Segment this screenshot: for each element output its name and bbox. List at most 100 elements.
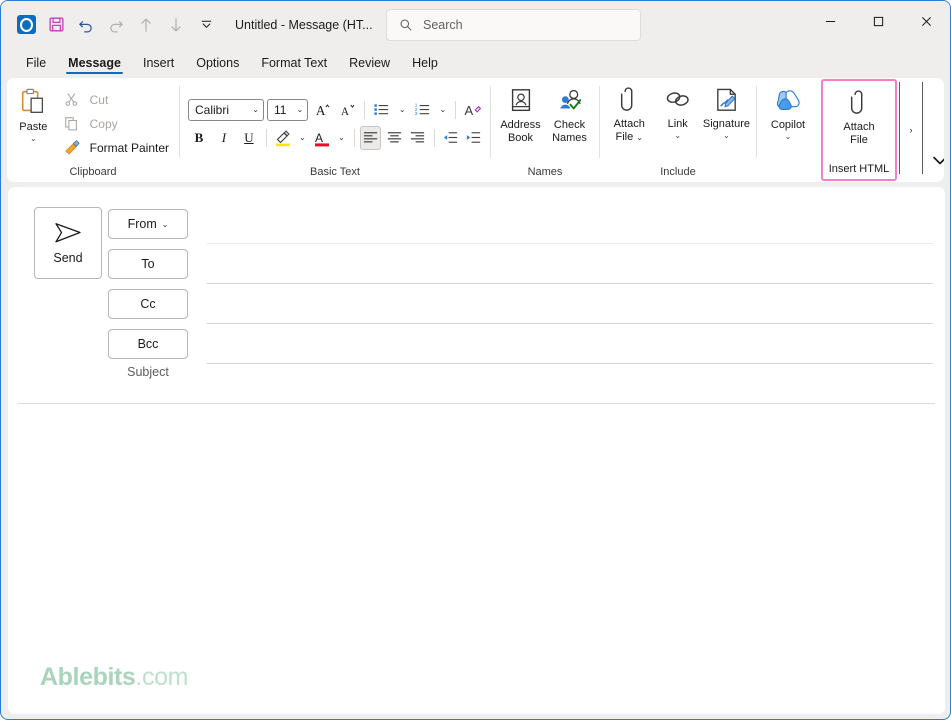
send-button[interactable]: Send [34,207,102,279]
align-right-button[interactable] [407,126,427,150]
cc-input[interactable] [207,285,933,324]
save-icon[interactable] [41,10,71,40]
link-icon [664,87,691,114]
grow-font-icon[interactable]: A [311,98,333,122]
link-chevron-down-icon[interactable]: ⌄ [674,132,681,140]
ribbon-expand-more-icon[interactable]: › [900,78,922,182]
address-book-button[interactable]: Address Book [497,83,544,164]
basic-text-group-label: Basic Text [180,164,490,182]
copilot-group-label [757,164,819,182]
tab-review[interactable]: Review [338,56,401,75]
paperclip-icon [846,90,873,117]
numbering-chevron-down-icon[interactable]: ⌄ [436,105,449,114]
customize-quick-access-icon[interactable] [191,10,221,40]
paste-label: Paste [19,121,47,134]
align-center-button[interactable] [384,126,404,150]
window-title: Untitled - Message (HT... [235,18,373,32]
font-name-chevron-down-icon[interactable]: ⌄ [252,105,259,114]
attach-file-label-line2: File [615,131,633,143]
copilot-chevron-down-icon[interactable]: ⌄ [785,133,792,141]
search-box[interactable]: Search [386,9,641,41]
ribbon-group-include: Attach File ⌄ Link ⌄ [600,78,756,182]
ribbon: Paste ⌄ Cut [7,78,944,182]
attach-file-button[interactable]: Attach File ⌄ [606,83,652,164]
bullets-chevron-down-icon[interactable]: ⌄ [396,105,409,114]
include-group-label: Include [600,164,756,182]
italic-button[interactable]: I [213,126,235,150]
paperclip-icon [616,87,643,114]
check-names-label-line1: Check [554,119,585,131]
ablebits-watermark: Ablebits.com [40,663,188,692]
tab-format-text[interactable]: Format Text [250,56,338,75]
ribbon-group-names: Address Book Check Names [491,78,599,182]
tab-message[interactable]: Message [57,56,132,75]
align-left-button[interactable] [360,126,381,150]
tab-options[interactable]: Options [185,56,250,75]
cc-button[interactable]: Cc [108,289,188,319]
italic-label: I [222,130,226,146]
tab-help[interactable]: Help [401,56,449,75]
shrink-font-icon[interactable]: A [336,98,358,122]
bullets-icon[interactable] [371,98,393,122]
outlook-icon [11,10,41,40]
collapse-ribbon-icon[interactable] [923,78,944,182]
attach-file-chevron-down-icon[interactable]: ⌄ [636,133,643,142]
link-label: Link [668,118,688,131]
format-painter-button[interactable]: Format Painter [56,137,173,159]
maximize-button[interactable] [854,1,902,41]
decrease-indent-button[interactable] [440,126,460,150]
font-name-combo[interactable]: Calibri ⌄ [188,99,264,121]
paste-button[interactable]: Paste ⌄ [17,83,50,164]
increase-indent-button[interactable] [464,126,484,150]
signature-button[interactable]: Signature ⌄ [703,83,750,164]
clear-formatting-icon[interactable]: A [462,98,484,122]
field-row-to: To [108,244,933,284]
undo-icon[interactable] [71,10,101,40]
copilot-button[interactable]: Copilot ⌄ [763,83,813,164]
tab-insert[interactable]: Insert [132,56,185,75]
cut-icon [60,88,84,112]
from-chevron-down-icon[interactable]: ⌄ [162,220,169,229]
font-size-chevron-down-icon[interactable]: ⌄ [296,105,303,114]
subject-input[interactable] [207,353,933,392]
outlook-message-window: Untitled - Message (HT... Search File Me… [0,0,951,720]
copy-label: Copy [90,117,118,131]
bold-label: B [195,130,204,146]
link-button[interactable]: Link ⌄ [654,83,700,164]
previous-item-icon [131,10,161,40]
font-color-icon[interactable]: A [312,126,332,150]
signature-chevron-down-icon[interactable]: ⌄ [723,132,730,140]
from-button[interactable]: From ⌄ [108,209,188,239]
insert-html-attach-label-line1: Attach [843,121,874,133]
tab-file[interactable]: File [15,56,57,75]
svg-text:A: A [340,106,349,118]
insert-html-attach-file-button[interactable]: Attach File [829,86,889,161]
font-color-chevron-down-icon[interactable]: ⌄ [335,133,348,142]
send-arrow-icon [53,221,83,245]
ribbon-group-basic-text: Calibri ⌄ 11 ⌄ A A [180,78,490,182]
font-size-combo[interactable]: 11 ⌄ [267,99,308,121]
to-button[interactable]: To [108,249,188,279]
text-highlight-color-icon[interactable] [273,126,293,150]
next-item-icon [161,10,191,40]
signature-label: Signature [703,118,750,131]
to-input[interactable] [207,245,933,284]
send-label: Send [53,251,82,265]
minimize-button[interactable] [806,1,854,41]
bold-button[interactable]: B [188,126,210,150]
paste-chevron-down-icon[interactable]: ⌄ [30,135,37,143]
title-bar: Untitled - Message (HT... Search [1,1,950,48]
check-names-button[interactable]: Check Names [546,83,593,164]
insert-html-group-label: Insert HTML [823,161,895,179]
watermark-part1: Ablebits [40,663,135,691]
compose-pane: Send From ⌄ To Cc Bcc [8,187,945,714]
address-book-icon [507,87,535,115]
copilot-label: Copilot [771,119,805,132]
bcc-label: Bcc [138,337,159,351]
numbering-icon[interactable]: 1 2 3 [412,98,434,122]
font-name-value: Calibri [195,103,229,117]
highlight-chevron-down-icon[interactable]: ⌄ [296,133,309,142]
underline-button[interactable]: U [238,126,260,150]
close-button[interactable] [902,1,950,41]
from-input[interactable] [207,205,933,244]
